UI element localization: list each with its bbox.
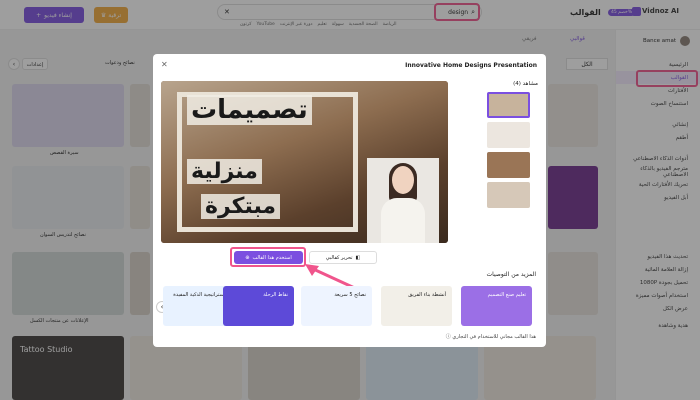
recommendation-title: تعليم صنع التصميم: [487, 292, 526, 298]
scene-thumbnail[interactable]: [487, 92, 530, 118]
recommendation-title: نقاط الرحلة: [263, 292, 288, 298]
recommendations-label: المزيد من التوصيات: [486, 271, 536, 278]
recommendation-card[interactable]: تعليم صنع التصميم: [461, 286, 532, 326]
edit-template-label: تحرير كفالبي: [325, 254, 353, 261]
recommendation-title: أنشطة بناء الفريق: [408, 292, 446, 298]
recommendation-title: نصائح 5 سريعة: [334, 292, 366, 298]
free-use-note: هذا القالب مجاني للاستخدام في التجاري ⓘ: [446, 333, 536, 340]
modal-title: Innovative Home Designs Presentation: [405, 62, 537, 69]
info-icon: ⓘ: [445, 334, 451, 340]
preview-heading-line: مبتكرة: [201, 194, 281, 219]
preview-heading-line: منزلية: [187, 159, 262, 184]
scenes-label: مشاهد (4): [513, 81, 538, 87]
close-icon[interactable]: ✕: [161, 60, 168, 69]
note-text: هذا القالب مجاني للاستخدام في التجاري: [452, 334, 536, 340]
scene-thumbnail[interactable]: [487, 122, 530, 148]
use-template-highlight-box: [230, 247, 306, 267]
edit-icon: ◧: [355, 254, 361, 261]
avatar-face: [392, 166, 414, 194]
avatar-body: [381, 198, 425, 243]
recommendation-card[interactable]: أنشطة بناء الفريق: [381, 286, 452, 326]
template-preview-modal: ✕ Innovative Home Designs Presentation ت…: [153, 54, 546, 347]
scene-thumbnail[interactable]: [487, 182, 530, 208]
recommendation-card[interactable]: نقاط الرحلة: [223, 286, 294, 326]
presenter-avatar: [367, 158, 439, 243]
template-preview-video[interactable]: تصميمات منزلية مبتكرة: [161, 81, 448, 243]
scene-thumbnail[interactable]: [487, 152, 530, 178]
preview-heading-line: تصميمات: [187, 95, 312, 125]
recommendation-card[interactable]: نصائح 5 سريعة: [301, 286, 372, 326]
